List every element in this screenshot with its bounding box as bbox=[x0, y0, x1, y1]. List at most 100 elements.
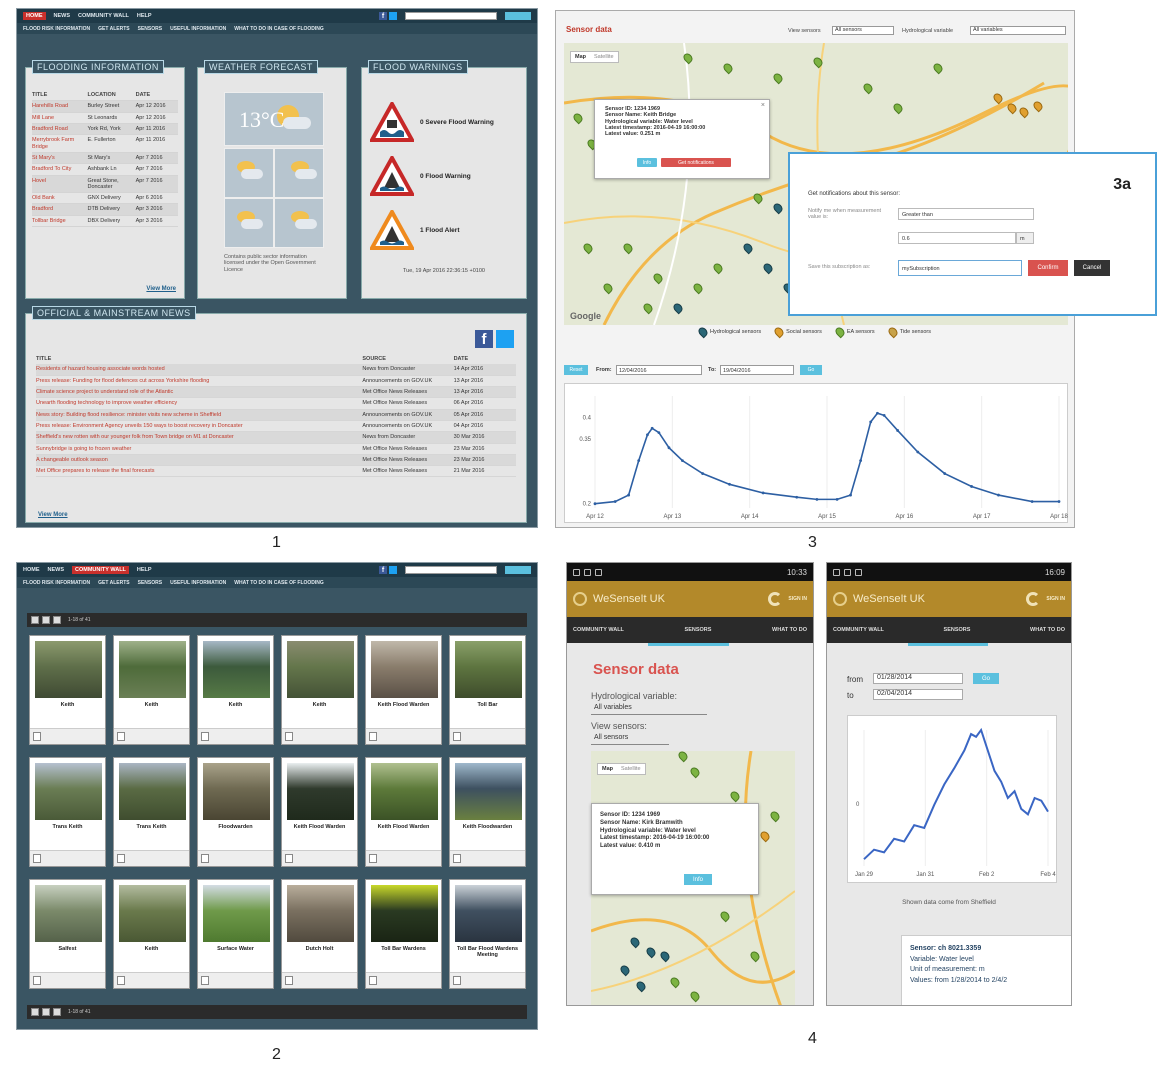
table-row[interactable]: Tollbar Bridge DBX Delivery Apr 3 2016 bbox=[32, 216, 178, 228]
search-input[interactable] bbox=[405, 12, 497, 20]
cell-title[interactable]: News story: Building flood resilience: m… bbox=[36, 412, 362, 418]
photo-thumbnail[interactable] bbox=[287, 885, 354, 942]
user-avatar-icon[interactable] bbox=[201, 976, 209, 985]
table-row[interactable]: Press release: Funding for flood defence… bbox=[36, 375, 516, 387]
photo-card[interactable]: Keith bbox=[113, 635, 190, 745]
cell-title[interactable]: Climate science project to understand ro… bbox=[36, 389, 362, 395]
user-avatar-icon[interactable] bbox=[33, 732, 41, 741]
cell-title[interactable]: Bradford bbox=[32, 206, 87, 212]
facebook-icon[interactable]: f bbox=[379, 12, 387, 20]
photo-card[interactable]: Trans Keith bbox=[113, 757, 190, 867]
get-notifications-button[interactable]: Get notifications bbox=[661, 158, 731, 167]
user-avatar-icon[interactable] bbox=[117, 732, 125, 741]
table-row[interactable]: Residents of hazard housing associate wo… bbox=[36, 364, 516, 376]
subnav-get-alerts[interactable]: GET ALERTS bbox=[98, 26, 129, 32]
table-row[interactable]: News story: Building flood resilience: m… bbox=[36, 409, 516, 421]
subscription-name-input[interactable]: mySubscription bbox=[898, 260, 1022, 276]
table-row[interactable]: Bradford Road York Rd, York Apr 11 2016 bbox=[32, 123, 178, 136]
photo-thumbnail[interactable] bbox=[35, 763, 102, 820]
photo-thumbnail[interactable] bbox=[371, 641, 438, 698]
subnav-flood-risk[interactable]: FLOOD RISK INFORMATION bbox=[23, 580, 90, 586]
user-avatar-icon[interactable] bbox=[33, 854, 41, 863]
tab-sensors[interactable]: SENSORS bbox=[944, 627, 971, 633]
popup-info-button[interactable]: Info bbox=[684, 874, 712, 885]
flood-warning-row[interactable]: 0 Flood Warning bbox=[370, 156, 471, 196]
satellite-tab[interactable]: Satellite bbox=[590, 52, 618, 62]
photo-card[interactable]: Toll Bar Wardens bbox=[365, 879, 442, 989]
cell-title[interactable]: Mill Lane bbox=[32, 115, 87, 121]
page-next-button[interactable] bbox=[53, 1008, 61, 1016]
tab-what-to-do[interactable]: WHAT TO DO bbox=[1030, 627, 1065, 633]
view-sensors-select[interactable]: All sensors bbox=[591, 734, 669, 745]
photo-thumbnail[interactable] bbox=[371, 763, 438, 820]
photo-thumbnail[interactable] bbox=[119, 885, 186, 942]
page-prev-button[interactable] bbox=[42, 616, 50, 624]
user-avatar-icon[interactable] bbox=[285, 854, 293, 863]
refresh-icon[interactable] bbox=[768, 592, 783, 606]
subnav-sensors[interactable]: SENSORS bbox=[138, 26, 162, 32]
cell-title[interactable]: A changeable outlook season bbox=[36, 457, 362, 463]
table-row[interactable]: Hovel Great Stone, Doncaster Apr 7 2016 bbox=[32, 175, 178, 194]
go-button[interactable]: Go bbox=[800, 365, 822, 375]
subnav-sensors[interactable]: SENSORS bbox=[138, 580, 162, 586]
confirm-button[interactable]: Confirm bbox=[1028, 260, 1068, 276]
close-icon[interactable]: × bbox=[761, 102, 765, 109]
photo-card[interactable]: Keith bbox=[29, 635, 106, 745]
photo-thumbnail[interactable] bbox=[371, 885, 438, 942]
subnav-get-alerts[interactable]: GET ALERTS bbox=[98, 580, 129, 586]
cell-title[interactable]: Residents of hazard housing associate wo… bbox=[36, 366, 362, 372]
photo-thumbnail[interactable] bbox=[287, 641, 354, 698]
photo-thumbnail[interactable] bbox=[455, 763, 522, 820]
cell-title[interactable]: Sunnybridge is going to frozen weather bbox=[36, 446, 362, 452]
photo-card[interactable]: Trans Keith bbox=[29, 757, 106, 867]
table-row[interactable]: Harehills Road Burley Street Apr 12 2016 bbox=[32, 101, 178, 113]
table-row[interactable]: Sunnybridge is going to frozen weather Me… bbox=[36, 443, 516, 455]
cell-title[interactable]: Tollbar Bridge bbox=[32, 218, 87, 224]
table-row[interactable]: Climate science project to understand ro… bbox=[36, 386, 516, 399]
cell-title[interactable]: Merrybrook Farm Bridge bbox=[32, 137, 87, 150]
facebook-icon[interactable]: f bbox=[475, 330, 493, 348]
satellite-tab[interactable]: Satellite bbox=[617, 764, 645, 774]
user-avatar-icon[interactable] bbox=[285, 976, 293, 985]
view-more-link[interactable]: View More bbox=[38, 512, 68, 518]
sign-in-button[interactable]: SIGN IN bbox=[788, 596, 807, 602]
refresh-icon[interactable] bbox=[1026, 592, 1041, 606]
photo-card[interactable]: Keith bbox=[281, 635, 358, 745]
photo-thumbnail[interactable] bbox=[203, 885, 270, 942]
hydro-variable-select[interactable]: All variables bbox=[970, 26, 1066, 35]
nav-news[interactable]: NEWS bbox=[48, 567, 65, 573]
table-row[interactable]: Bradford DTB Delivery Apr 3 2016 bbox=[32, 204, 178, 216]
photo-thumbnail[interactable] bbox=[203, 763, 270, 820]
photo-thumbnail[interactable] bbox=[455, 885, 522, 942]
table-row[interactable]: Met Office prepares to release the final… bbox=[36, 466, 516, 478]
cell-title[interactable]: Old Bank bbox=[32, 195, 87, 201]
photo-card[interactable]: Surface Water bbox=[197, 879, 274, 989]
photo-thumbnail[interactable] bbox=[119, 641, 186, 698]
nav-community-wall[interactable]: COMMUNITY WALL bbox=[72, 566, 129, 574]
table-row[interactable]: Sheffield's new rotten with our younger … bbox=[36, 432, 516, 444]
map-tab[interactable]: Map bbox=[598, 764, 617, 774]
table-row[interactable]: Bradford To City Ashbank Ln Apr 7 2016 bbox=[32, 164, 178, 176]
cell-title[interactable]: St Mary's bbox=[32, 155, 87, 161]
user-avatar-icon[interactable] bbox=[117, 976, 125, 985]
photo-card[interactable]: Toll Bar Flood Wardens Meeting bbox=[449, 879, 526, 989]
user-avatar-icon[interactable] bbox=[369, 976, 377, 985]
table-row[interactable]: St Mary's St Mary's Apr 7 2016 bbox=[32, 152, 178, 165]
user-avatar-icon[interactable] bbox=[453, 732, 461, 741]
photo-thumbnail[interactable] bbox=[455, 641, 522, 698]
tab-community-wall[interactable]: COMMUNITY WALL bbox=[573, 627, 624, 633]
severe-warning-row[interactable]: 0 Severe Flood Warning bbox=[370, 102, 494, 142]
nav-community-wall[interactable]: COMMUNITY WALL bbox=[78, 13, 129, 19]
phone-sensor-map[interactable]: Map Satellite Sensor ID: 1234 1969 Sensor… bbox=[591, 749, 795, 1005]
tab-community-wall[interactable]: COMMUNITY WALL bbox=[833, 627, 884, 633]
page-prev-button[interactable] bbox=[42, 1008, 50, 1016]
view-more-link[interactable]: View More bbox=[146, 286, 176, 292]
user-avatar-icon[interactable] bbox=[201, 854, 209, 863]
subnav-flood-risk[interactable]: FLOOD RISK INFORMATION bbox=[23, 26, 90, 32]
photo-card[interactable]: Floodwarden bbox=[197, 757, 274, 867]
search-input[interactable] bbox=[405, 566, 497, 574]
photo-card[interactable]: Dutch Holt bbox=[281, 879, 358, 989]
reset-button[interactable]: Reset bbox=[564, 365, 588, 375]
to-date-select[interactable]: 02/04/2014 bbox=[873, 689, 963, 700]
twitter-icon[interactable] bbox=[389, 566, 397, 574]
